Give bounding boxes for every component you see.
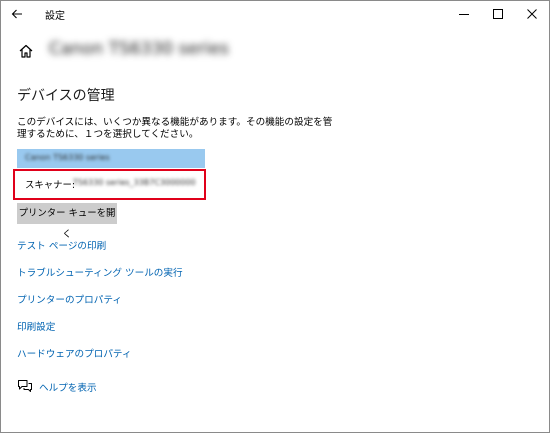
open-printer-queue-button[interactable]: プリンター キューを開く	[17, 203, 117, 240]
chat-help-icon	[18, 380, 32, 392]
section-heading: デバイスの管理	[17, 88, 115, 104]
scanner-highlight-box	[13, 169, 206, 200]
description-text: このデバイスには、いくつか異なる機能があります。その機能の設定を管理するために、…	[17, 117, 333, 140]
maximize-icon	[493, 9, 503, 19]
title-bar: 設定	[1, 1, 549, 27]
printing-preferences-link[interactable]: 印刷設定	[17, 319, 55, 333]
help-link[interactable]: ヘルプを表示	[39, 380, 97, 394]
printer-properties-link[interactable]: プリンターのプロパティ	[17, 292, 122, 306]
close-button[interactable]	[515, 1, 549, 27]
device-item-label: Canon TS6330 series	[25, 153, 110, 162]
home-icon[interactable]	[18, 43, 34, 59]
hardware-properties-link[interactable]: ハードウェアのプロパティ	[17, 346, 132, 360]
print-test-page-link[interactable]: テスト ページの印刷	[17, 238, 106, 252]
minimize-button[interactable]	[447, 1, 481, 27]
device-title: Canon TS6330 series	[49, 39, 229, 59]
settings-window: 設定 Canon TS6330 series デバイスの管理 このデバイスには、…	[0, 0, 550, 433]
maximize-button[interactable]	[481, 1, 515, 27]
close-icon	[527, 9, 537, 19]
device-item-printer[interactable]: Canon TS6330 series	[17, 149, 205, 168]
app-title: 設定	[45, 11, 65, 22]
run-troubleshooter-link[interactable]: トラブルシューティング ツールの実行	[17, 265, 183, 279]
back-arrow-icon	[11, 9, 22, 19]
back-button[interactable]	[1, 1, 33, 27]
minimize-icon	[459, 14, 469, 15]
